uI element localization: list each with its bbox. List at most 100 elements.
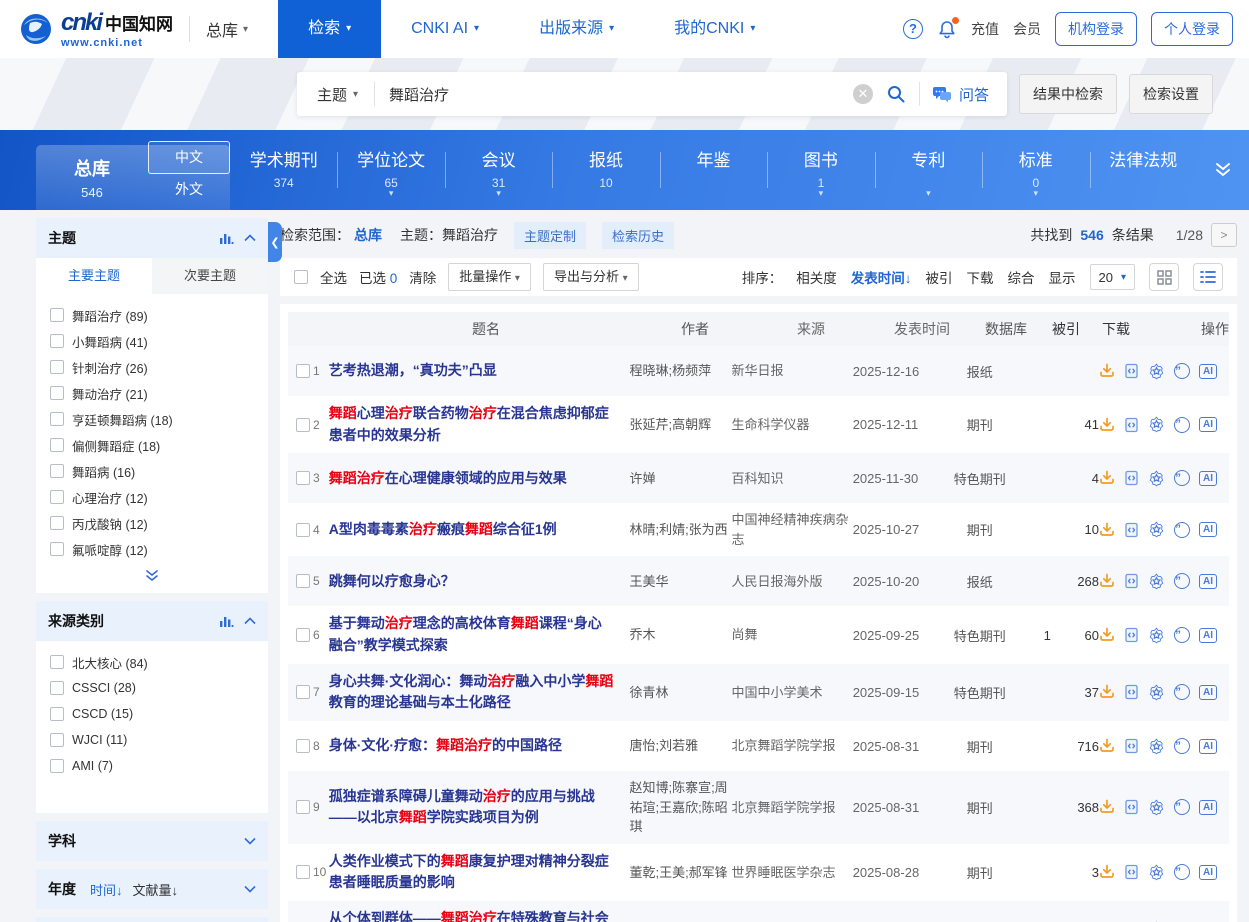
next-section-header[interactable]: [36, 917, 268, 922]
filter-checkbox[interactable]: [50, 490, 64, 504]
db-tab-学位论文[interactable]: 学位论文65▾: [337, 130, 444, 210]
select-all-label[interactable]: 全选: [320, 267, 347, 287]
source-category-header[interactable]: 来源类别: [36, 601, 268, 641]
result-source[interactable]: 百科知识: [731, 469, 852, 489]
db-tab-专利[interactable]: 专利▾: [875, 130, 982, 210]
filter-option-丙戊酸钠[interactable]: 丙戊酸钠 (12): [50, 510, 254, 536]
filter-checkbox[interactable]: [50, 308, 64, 322]
result-source[interactable]: 人民日报海外版: [731, 572, 852, 592]
help-icon[interactable]: ?: [903, 19, 923, 39]
org-login-button[interactable]: 机构登录: [1055, 12, 1137, 46]
result-title-link[interactable]: A型肉毒毒素治疗瘢痕舞蹈综合征1例: [329, 521, 557, 537]
result-authors[interactable]: 唐怡;刘若雅: [629, 736, 731, 756]
cnki-logo[interactable]: cnki 中国知网 www.cnki.net: [18, 9, 173, 49]
recharge-link[interactable]: 充值: [971, 19, 999, 39]
cite-quote-icon[interactable]: ”: [1174, 738, 1190, 754]
clear-search-icon[interactable]: ✕: [853, 84, 873, 104]
cite-quote-icon[interactable]: ”: [1174, 627, 1190, 643]
personal-login-button[interactable]: 个人登录: [1151, 12, 1233, 46]
result-title-link[interactable]: 舞蹈治疗在心理健康领域的应用与效果: [329, 470, 567, 486]
cite-quote-icon[interactable]: ”: [1174, 684, 1190, 700]
html-read-icon[interactable]: [1124, 363, 1139, 379]
html-read-icon[interactable]: [1124, 522, 1139, 538]
download-icon[interactable]: [1099, 799, 1115, 815]
db-tab-图书[interactable]: 图书1▾: [767, 130, 874, 210]
download-icon[interactable]: [1099, 627, 1115, 643]
result-authors[interactable]: 王美华: [629, 572, 731, 592]
ai-icon[interactable]: AI: [1199, 364, 1217, 379]
lang-tab-chinese[interactable]: 中文: [148, 141, 230, 174]
search-input[interactable]: [375, 86, 853, 103]
cite-quote-icon[interactable]: ”: [1174, 363, 1190, 379]
bar-chart-icon[interactable]: [219, 614, 234, 628]
db-tab-学术期刊[interactable]: 学术期刊374: [230, 130, 337, 210]
ai-icon[interactable]: AI: [1199, 417, 1217, 432]
result-source[interactable]: 新华日报: [731, 361, 852, 381]
favorite-star-icon[interactable]: [1148, 864, 1165, 881]
cite-quote-icon[interactable]: ”: [1174, 417, 1190, 433]
result-source[interactable]: 中国神经精神疾病杂志: [731, 510, 852, 549]
notification-bell-icon[interactable]: [937, 19, 957, 39]
filter-checkbox[interactable]: [50, 360, 64, 374]
result-source[interactable]: 世界睡眠医学杂志: [731, 863, 852, 883]
cite-quote-icon[interactable]: ”: [1174, 864, 1190, 880]
html-read-icon[interactable]: [1124, 627, 1139, 643]
filter-option-心理治疗[interactable]: 心理治疗 (12): [50, 484, 254, 510]
download-icon[interactable]: [1099, 684, 1115, 700]
row-checkbox[interactable]: [296, 418, 310, 432]
result-title-link[interactable]: 艺考热退潮，“真功夫”凸显: [329, 362, 497, 378]
download-icon[interactable]: [1099, 470, 1115, 486]
topic-custom-button[interactable]: 主题定制: [514, 222, 586, 249]
sort-by-发表时间[interactable]: 发表时间↓: [851, 267, 912, 287]
favorite-star-icon[interactable]: [1148, 573, 1165, 590]
search-field-select[interactable]: 主题 ▾: [297, 84, 374, 105]
top-nav-item-我的CNKI[interactable]: 我的CNKI▾: [644, 0, 785, 58]
ai-icon[interactable]: AI: [1199, 800, 1217, 815]
db-tab-标准[interactable]: 标准0▾: [982, 130, 1089, 210]
filter-checkbox[interactable]: [50, 759, 64, 773]
ai-icon[interactable]: AI: [1199, 739, 1217, 754]
html-read-icon[interactable]: [1124, 417, 1139, 433]
download-icon[interactable]: [1099, 522, 1115, 538]
favorite-star-icon[interactable]: [1148, 521, 1165, 538]
row-checkbox[interactable]: [296, 574, 310, 588]
row-checkbox[interactable]: [296, 800, 310, 814]
year-sort-by-time[interactable]: 时间↓: [90, 880, 123, 899]
result-title-link[interactable]: 身体·文化·疗愈：舞蹈治疗的中国路径: [329, 737, 562, 753]
tab-primary-topic[interactable]: 主要主题: [36, 258, 152, 294]
topic-expand-button[interactable]: [36, 564, 268, 593]
top-nav-item-检索[interactable]: 检索▾: [278, 0, 381, 58]
search-in-results-button[interactable]: 结果中检索: [1019, 74, 1117, 114]
result-title-link[interactable]: 基于舞动治疗理念的高校体育舞蹈课程“身心融合”教学模式探索: [329, 615, 602, 653]
filter-checkbox[interactable]: [50, 464, 64, 478]
result-authors[interactable]: 董乾;王美;郝军锋: [629, 863, 731, 883]
search-settings-button[interactable]: 检索设置: [1129, 74, 1213, 114]
favorite-star-icon[interactable]: [1148, 627, 1165, 644]
html-read-icon[interactable]: [1124, 573, 1139, 589]
clear-selection-button[interactable]: 清除: [409, 267, 436, 287]
row-checkbox[interactable]: [296, 628, 310, 642]
db-expand-button[interactable]: [1197, 130, 1249, 210]
cite-quote-icon[interactable]: ”: [1174, 522, 1190, 538]
sort-by-综合[interactable]: 综合: [1008, 267, 1035, 287]
db-tab-法律法规[interactable]: 法律法规: [1090, 130, 1197, 210]
favorite-star-icon[interactable]: [1148, 684, 1165, 701]
chevron-down-icon[interactable]: [244, 885, 256, 893]
filter-checkbox[interactable]: [50, 386, 64, 400]
next-page-button[interactable]: >: [1211, 223, 1237, 247]
ai-icon[interactable]: AI: [1199, 522, 1217, 537]
favorite-star-icon[interactable]: [1148, 738, 1165, 755]
export-analyze-dropdown[interactable]: 导出与分析 ▾: [543, 263, 639, 291]
row-checkbox[interactable]: [296, 364, 310, 378]
row-checkbox[interactable]: [296, 471, 310, 485]
filter-option-小舞蹈病[interactable]: 小舞蹈病 (41): [50, 328, 254, 354]
cite-quote-icon[interactable]: ”: [1174, 470, 1190, 486]
sidebar-collapse-handle[interactable]: ❮: [268, 222, 282, 262]
html-read-icon[interactable]: [1124, 864, 1139, 880]
filter-checkbox[interactable]: [50, 733, 64, 747]
filter-checkbox[interactable]: [50, 412, 64, 426]
favorite-star-icon[interactable]: [1148, 363, 1165, 380]
tab-secondary-topic[interactable]: 次要主题: [152, 258, 268, 294]
filter-option-WJCI[interactable]: WJCI (11): [50, 727, 254, 753]
cite-quote-icon[interactable]: ”: [1174, 573, 1190, 589]
